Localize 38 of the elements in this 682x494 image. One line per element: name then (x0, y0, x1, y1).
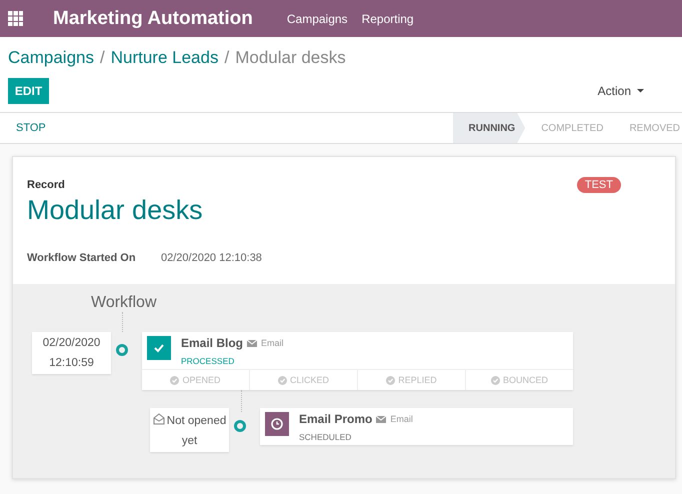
check-circle-icon (278, 376, 287, 384)
section-title: Workflow (91, 294, 158, 312)
menu-item[interactable]: Campaigns (286, 12, 348, 26)
breadcrumb-link[interactable]: Nurture Leads (110, 48, 218, 68)
apps-menu-icon[interactable] (8, 11, 23, 26)
activity-time: 02/20/2020 12:10:59 (32, 332, 111, 374)
field-label: Workflow Started On (27, 252, 137, 264)
timeline-dot (234, 420, 246, 432)
check-circle-icon (170, 376, 180, 384)
menu-item[interactable]: Reporting (362, 12, 414, 26)
check-circle-icon (490, 376, 500, 384)
clock-icon (269, 416, 285, 432)
envelope-icon (247, 338, 258, 348)
activity-status: PROCESSED (181, 356, 236, 366)
action-dropdown[interactable]: Action (598, 84, 644, 98)
breadcrumb-separator: / (224, 48, 230, 68)
envelope-icon (376, 414, 386, 424)
field-value: 02/20/2020 12:10:38 (161, 252, 262, 264)
record-label: Record (27, 179, 65, 191)
timeline-dot (116, 344, 128, 356)
edit-button[interactable]: EDIT (8, 78, 49, 104)
activity-type: Email (390, 414, 413, 424)
trigger-label: Not opened yet (166, 415, 226, 447)
app-title: Marketing Automation (53, 8, 253, 30)
stop-button[interactable]: STOP (16, 122, 46, 134)
caret-icon (637, 89, 644, 93)
envelope-icon (152, 413, 165, 425)
record-title: Modular desks (27, 195, 203, 226)
activity-type: Email (261, 338, 284, 348)
activity-name: Email Blog (181, 336, 244, 350)
breadcrumb-link[interactable]: Campaigns (8, 48, 94, 68)
check-circle-icon (386, 376, 396, 384)
breadcrumb-current: Modular desks (235, 48, 346, 68)
activity-name: Email Promo (299, 412, 372, 426)
stage-step[interactable]: RUNNING (452, 113, 526, 143)
activity-status: SCHEDULED (299, 432, 352, 442)
breadcrumb-separator: / (100, 48, 105, 68)
test-tag: TEST (576, 177, 621, 193)
